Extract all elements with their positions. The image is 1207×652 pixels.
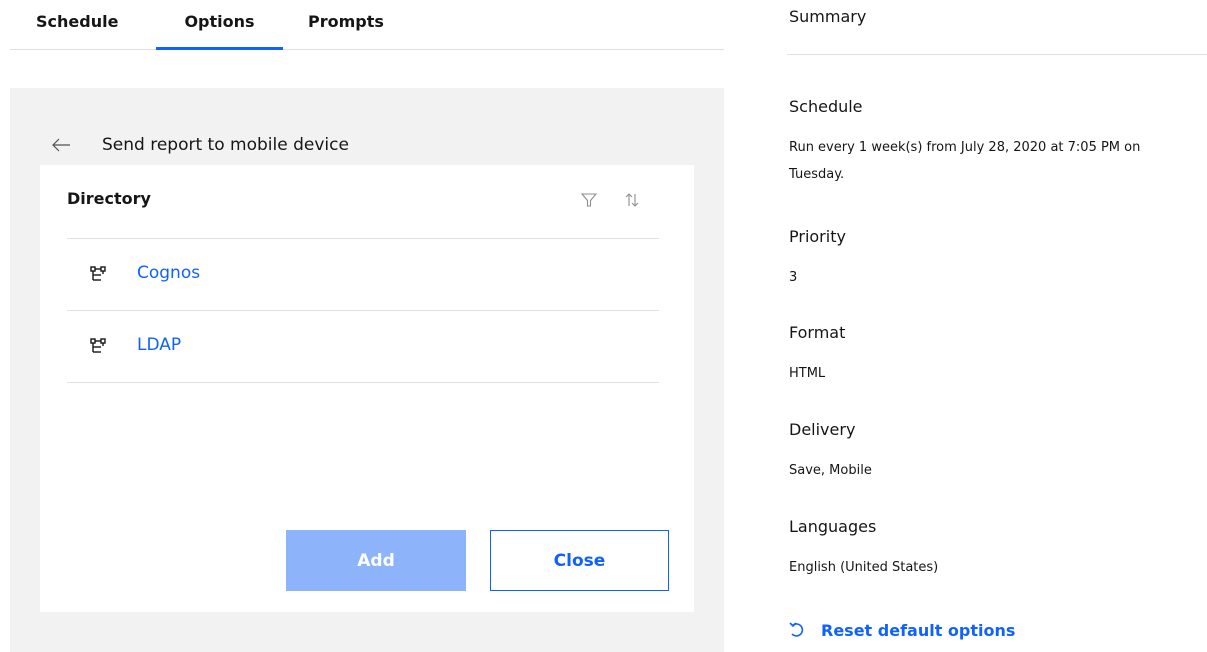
delivery-heading: Delivery [789, 420, 856, 439]
filter-icon[interactable] [580, 191, 598, 209]
tab-schedule[interactable]: Schedule [36, 0, 136, 50]
reset-default-options-button[interactable]: Reset default options [787, 620, 1015, 640]
reset-label[interactable]: Reset default options [821, 621, 1015, 640]
format-heading: Format [789, 323, 846, 342]
delivery-value: Save, Mobile [789, 463, 872, 478]
list-item-cognos[interactable]: Cognos [67, 239, 659, 311]
directory-card: Directory Cognos LDAP Add Close [40, 165, 694, 612]
close-button[interactable]: Close [490, 530, 669, 591]
priority-value: 3 [789, 270, 798, 285]
languages-heading: Languages [789, 517, 877, 536]
tab-bar: Schedule Options Prompts [10, 0, 724, 50]
list-item-label[interactable]: Cognos [137, 263, 200, 283]
divider [67, 382, 659, 383]
tab-prompts[interactable]: Prompts [308, 0, 408, 50]
list-item-ldap[interactable]: LDAP [67, 311, 659, 383]
sort-icon[interactable] [623, 191, 641, 209]
hierarchy-icon [90, 338, 106, 353]
dialog-header: Send report to mobile device [40, 130, 349, 160]
summary-title: Summary [789, 7, 867, 26]
add-button[interactable]: Add [286, 530, 466, 591]
back-button[interactable] [40, 130, 80, 160]
reset-icon [789, 622, 804, 637]
list-header: Directory [67, 189, 151, 208]
list-item-label[interactable]: LDAP [137, 335, 181, 355]
format-value: HTML [789, 366, 826, 381]
summary-panel: Summary Schedule Run every 1 week(s) fro… [787, 0, 1207, 652]
schedule-value: Run every 1 week(s) from July 28, 2020 a… [789, 140, 1141, 182]
arrow-left-icon [52, 138, 70, 152]
schedule-heading: Schedule [789, 97, 863, 116]
dialog-title: Send report to mobile device [102, 135, 349, 155]
divider [787, 54, 1207, 55]
tab-options[interactable]: Options [156, 0, 283, 50]
priority-heading: Priority [789, 227, 846, 246]
hierarchy-icon [90, 266, 106, 281]
languages-value: English (United States) [789, 560, 939, 575]
